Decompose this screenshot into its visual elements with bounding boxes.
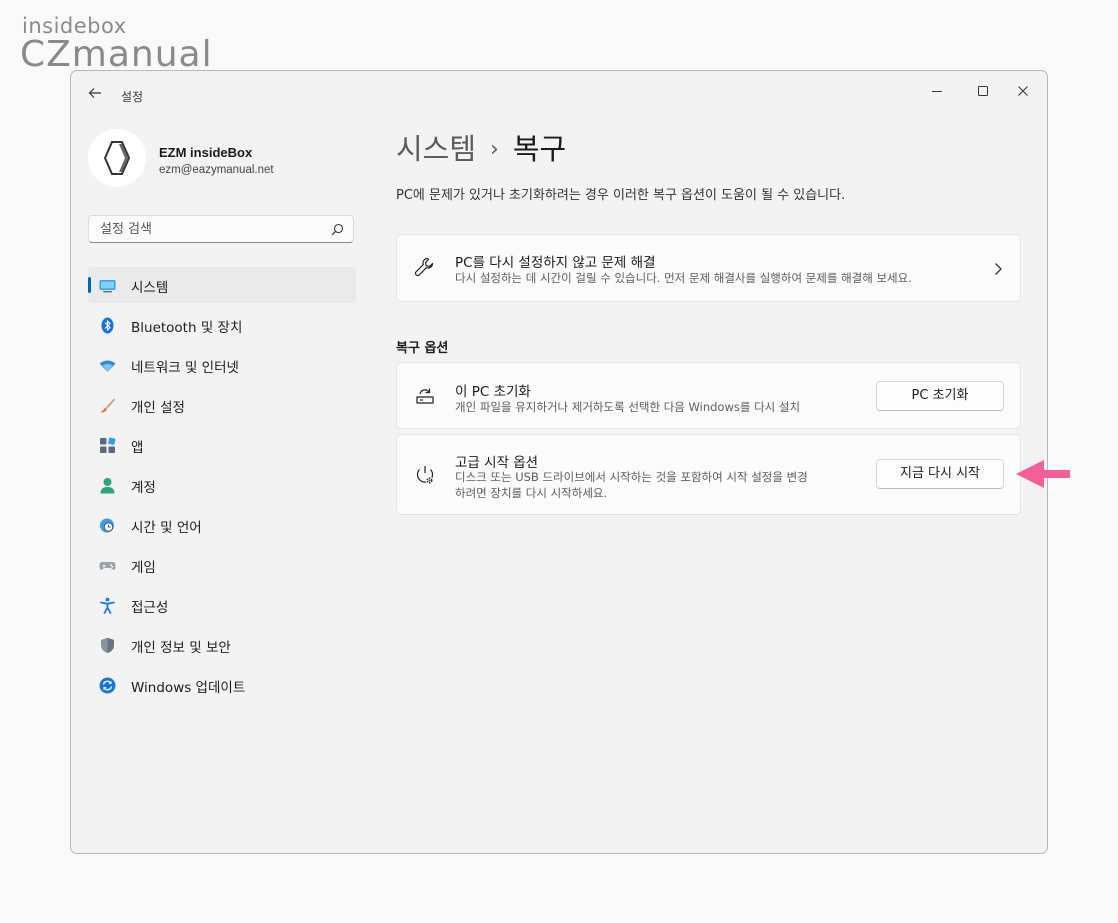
sidebar-item-label: 개인 정보 및 보안: [131, 640, 231, 656]
back-button[interactable]: [87, 85, 103, 101]
sidebar-item-bluetooth[interactable]: Bluetooth 및 장치: [88, 307, 356, 343]
close-button[interactable]: [1000, 76, 1046, 106]
breadcrumb-separator: ›: [490, 137, 499, 162]
troubleshoot-subtitle: 다시 설정하는 데 시간이 걸릴 수 있습니다. 먼저 문제 해결사를 실행하여…: [455, 271, 912, 285]
restart-now-button[interactable]: 지금 다시 시작: [876, 459, 1004, 489]
sidebar-item-label: 시간 및 언어: [131, 520, 202, 536]
search-input[interactable]: [89, 216, 330, 242]
advanced-startup-subtitle-line2: 하려면 장치를 다시 시작하세요.: [455, 486, 608, 500]
sidebar-item-accounts[interactable]: 계정: [88, 467, 356, 503]
wifi-icon: [99, 360, 116, 372]
reset-pc-title: 이 PC 초기화: [455, 384, 531, 400]
page-title: 복구: [512, 132, 567, 166]
settings-window: 설정 EZM insideBox ezm@eazymanual.net 설정 검…: [70, 70, 1048, 854]
sidebar-item-label: Windows 업데이트: [131, 680, 246, 696]
reset-pc-icon: [416, 388, 434, 404]
search-box: [88, 215, 354, 243]
sidebar-item-label: 네트워크 및 인터넷: [131, 360, 239, 376]
avatar-logo-icon: [103, 141, 131, 175]
sidebar-item-label: 접근성: [131, 600, 169, 616]
advanced-startup-subtitle-line1: 디스크 또는 USB 드라이브에서 시작하는 것을 포함하여 시작 설정을 변경: [455, 470, 808, 484]
advanced-startup-card: 고급 시작 옵션 디스크 또는 USB 드라이브에서 시작하는 것을 포함하여 …: [396, 434, 1021, 515]
reset-pc-button[interactable]: PC 초기화: [876, 381, 1004, 411]
search-icon[interactable]: [331, 223, 344, 236]
shield-icon: [101, 637, 114, 654]
sidebar-item-windows-update[interactable]: Windows 업데이트: [88, 667, 356, 703]
title-bar: 설정: [71, 71, 1047, 107]
reset-pc-subtitle: 개인 파일을 유지하거나 제거하도록 선택한 다음 Windows를 다시 설치: [455, 400, 801, 414]
sidebar-item-time-language[interactable]: 시간 및 언어: [88, 507, 356, 543]
monitor-icon: [99, 280, 116, 293]
breadcrumb-parent[interactable]: 시스템: [396, 132, 476, 166]
sidebar-item-network[interactable]: 네트워크 및 인터넷: [88, 347, 356, 383]
globe-clock-icon: [100, 518, 114, 533]
minimize-button[interactable]: [914, 76, 960, 106]
chevron-right-icon: [995, 263, 1002, 275]
section-title: 복구 옵션: [396, 341, 449, 356]
brush-icon: [100, 398, 115, 413]
watermark-line2: CZmanual: [20, 34, 213, 75]
annotation-arrow-icon: [1016, 460, 1070, 488]
maximize-icon: [978, 86, 988, 96]
profile-email: ezm@eazymanual.net: [159, 164, 274, 176]
breadcrumb: 시스템 › 복구: [396, 126, 566, 168]
app-title: 설정: [121, 90, 144, 104]
sidebar-item-label: 개인 설정: [131, 400, 185, 416]
back-arrow-icon: [88, 88, 101, 98]
gamepad-icon: [99, 562, 116, 570]
sidebar-item-label: 앱: [131, 440, 144, 456]
sidebar-item-system[interactable]: 시스템: [88, 267, 356, 303]
troubleshoot-card[interactable]: PC를 다시 설정하지 않고 문제 해결 다시 설정하는 데 시간이 걸릴 수 …: [396, 234, 1021, 302]
sidebar-item-gaming[interactable]: 게임: [88, 547, 356, 583]
sidebar-item-label: Bluetooth 및 장치: [131, 320, 243, 336]
update-icon: [99, 677, 116, 694]
minimize-icon: [932, 91, 942, 92]
sidebar-item-personalization[interactable]: 개인 설정: [88, 387, 356, 423]
sidebar-item-label: 계정: [131, 480, 156, 496]
avatar[interactable]: [88, 129, 146, 187]
sidebar-item-label: 게임: [131, 560, 156, 576]
sidebar-item-privacy[interactable]: 개인 정보 및 보안: [88, 627, 356, 663]
sidebar-item-label: 시스템: [131, 280, 169, 296]
sidebar-item-accessibility[interactable]: 접근성: [88, 587, 356, 623]
advanced-startup-title: 고급 시작 옵션: [455, 455, 539, 471]
reset-pc-card: 이 PC 초기화 개인 파일을 유지하거나 제거하도록 선택한 다음 Windo…: [396, 362, 1021, 429]
accessibility-icon: [100, 597, 115, 614]
sidebar-item-apps[interactable]: 앱: [88, 427, 356, 463]
account-icon: [100, 478, 115, 494]
close-icon: [1018, 86, 1028, 96]
troubleshoot-title: PC를 다시 설정하지 않고 문제 해결: [455, 255, 656, 271]
page-description: PC에 문제가 있거나 초기화하려는 경우 이러한 복구 옵션이 도움이 될 수…: [396, 188, 846, 203]
bluetooth-icon: [101, 317, 114, 334]
power-gear-icon: [416, 466, 434, 485]
apps-icon: [100, 437, 116, 453]
wrench-icon: [414, 257, 434, 277]
profile-name: EZM insideBox: [159, 145, 253, 160]
